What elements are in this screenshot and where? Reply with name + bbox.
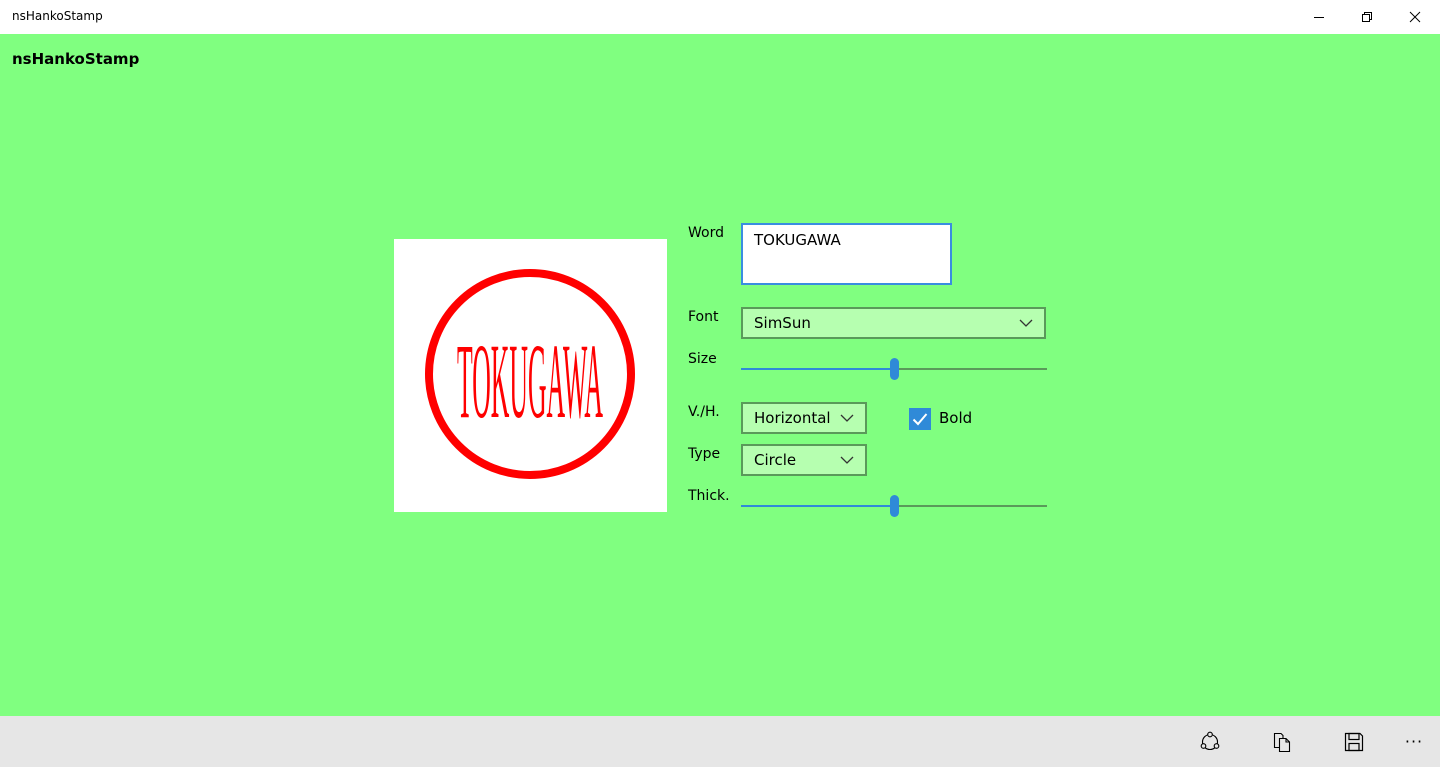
save-button[interactable] bbox=[1329, 716, 1379, 767]
thick-label: Thick. bbox=[688, 488, 730, 504]
orientation-dropdown[interactable]: Horizontal bbox=[741, 402, 867, 434]
stamp-image: TOKUGAWA bbox=[425, 269, 635, 479]
word-input[interactable]: TOKUGAWA bbox=[741, 223, 952, 285]
type-label: Type bbox=[688, 446, 721, 462]
size-slider[interactable] bbox=[741, 358, 1047, 380]
font-dropdown-value: SimSun bbox=[754, 314, 811, 332]
share-button[interactable] bbox=[1185, 716, 1235, 767]
font-label: Font bbox=[688, 309, 719, 325]
close-button[interactable] bbox=[1391, 0, 1439, 34]
bold-checkbox[interactable] bbox=[909, 408, 931, 430]
restore-button[interactable] bbox=[1343, 0, 1391, 34]
bold-label[interactable]: Bold bbox=[939, 409, 972, 427]
stamp-preview: TOKUGAWA bbox=[394, 239, 667, 512]
size-slider-thumb[interactable] bbox=[890, 358, 899, 380]
command-bar: ··· bbox=[0, 716, 1440, 767]
restore-icon bbox=[1362, 12, 1372, 22]
stamp-text: TOKUGAWA bbox=[457, 322, 603, 440]
copy-button[interactable] bbox=[1257, 716, 1307, 767]
font-dropdown[interactable]: SimSun bbox=[741, 307, 1046, 339]
app-title: nsHankoStamp bbox=[12, 50, 140, 68]
checkmark-icon bbox=[912, 413, 928, 426]
type-dropdown[interactable]: Circle bbox=[741, 444, 867, 476]
more-button[interactable]: ··· bbox=[1389, 716, 1439, 767]
vh-label: V./H. bbox=[688, 404, 720, 420]
chevron-down-icon bbox=[840, 414, 854, 422]
chevron-down-icon bbox=[1019, 319, 1033, 327]
thickness-slider-thumb[interactable] bbox=[890, 495, 899, 517]
window-titlebar: nsHankoStamp bbox=[0, 0, 1440, 34]
minimize-icon bbox=[1314, 17, 1324, 18]
orientation-dropdown-value: Horizontal bbox=[754, 409, 831, 427]
thickness-slider-fill bbox=[741, 505, 890, 507]
window-title: nsHankoStamp bbox=[12, 9, 103, 23]
more-icon: ··· bbox=[1404, 732, 1424, 751]
chevron-down-icon bbox=[840, 456, 854, 464]
share-icon bbox=[1200, 731, 1220, 750]
close-icon bbox=[1409, 11, 1421, 23]
size-slider-fill bbox=[741, 368, 890, 370]
size-slider-track bbox=[899, 368, 1047, 370]
copy-icon bbox=[1273, 732, 1291, 752]
thickness-slider[interactable] bbox=[741, 495, 1047, 517]
word-label: Word bbox=[688, 225, 724, 241]
minimize-button[interactable] bbox=[1295, 0, 1343, 34]
type-dropdown-value: Circle bbox=[754, 451, 797, 469]
size-label: Size bbox=[688, 351, 717, 367]
thickness-slider-track bbox=[899, 505, 1047, 507]
save-icon bbox=[1344, 732, 1364, 751]
